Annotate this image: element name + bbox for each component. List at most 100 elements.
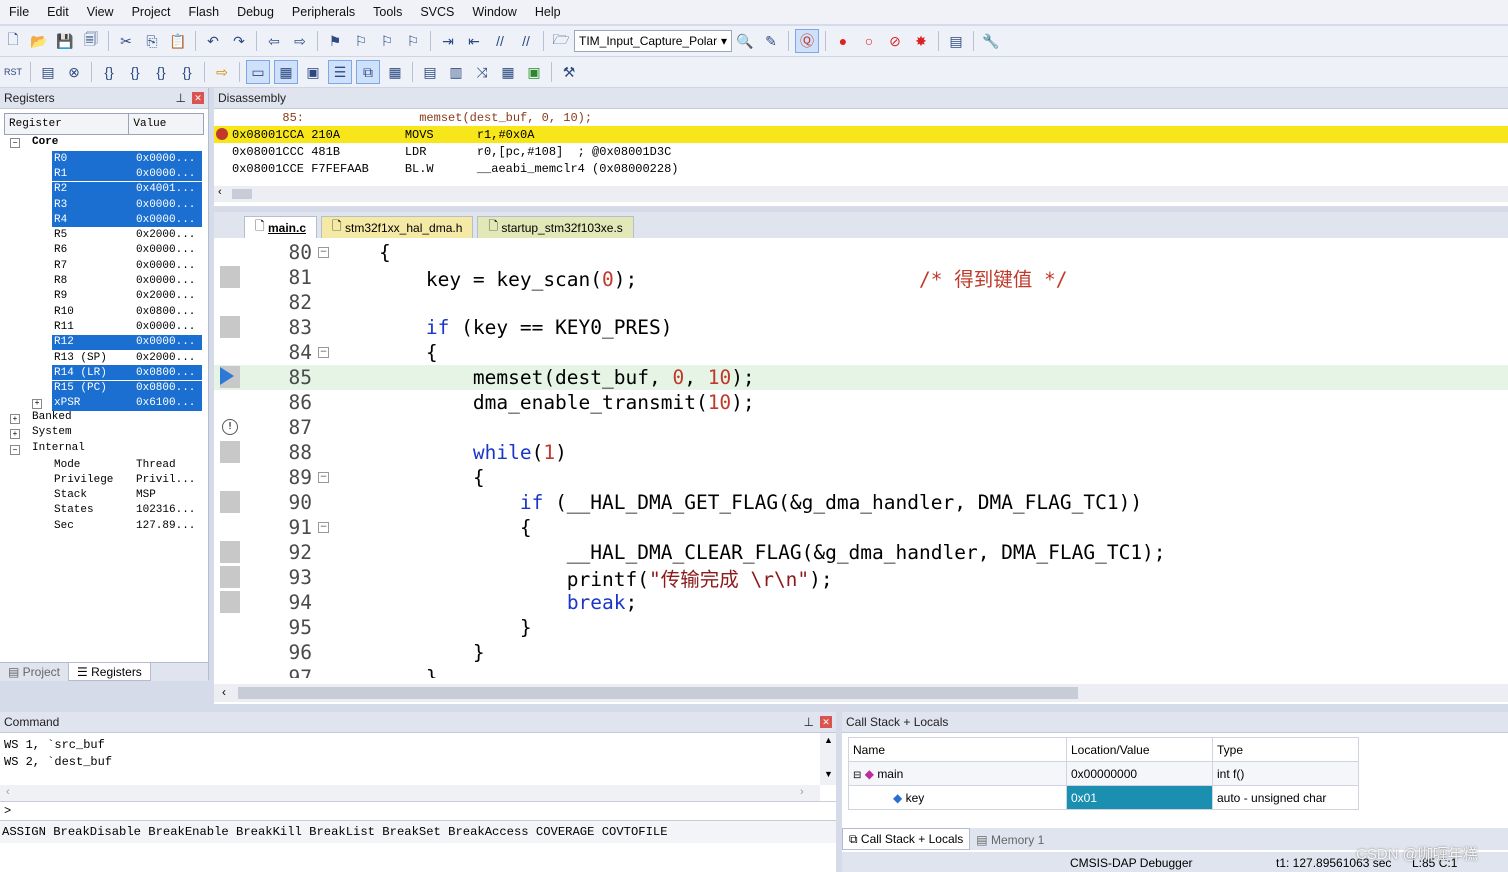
incremental-find-icon[interactable]: ✎	[760, 30, 782, 52]
disasm-hscrollbar[interactable]: ‹	[214, 186, 1508, 202]
register-row[interactable]: R14 (LR) 0x0800...	[0, 365, 208, 381]
code-line[interactable]: 82	[214, 290, 1508, 315]
register-row[interactable]: R4 0x0000...	[0, 212, 208, 228]
register-value[interactable]: 0x4001...	[136, 183, 195, 195]
menu-item-view[interactable]: View	[78, 5, 123, 19]
trace-window-icon[interactable]: ▦	[497, 61, 519, 83]
system-viewer-icon[interactable]: ▣	[523, 61, 545, 83]
callstack-value[interactable]: 0x01	[1066, 785, 1213, 810]
expand-icon[interactable]: +	[32, 398, 42, 409]
scroll-down-icon[interactable]: ▼	[824, 769, 833, 779]
breakpoint-icon[interactable]	[216, 128, 228, 140]
bookmark-next-icon[interactable]: ⚐	[376, 30, 398, 52]
code-line[interactable]: 96 }	[214, 640, 1508, 665]
internal-row[interactable]: Stack MSP	[0, 488, 208, 503]
command-hscrollbar[interactable]: ‹ ›	[0, 785, 820, 801]
register-row[interactable]: R3 0x0000...	[0, 197, 208, 213]
internal-row[interactable]: Sec 127.89...	[0, 518, 208, 533]
scroll-up-icon[interactable]: ▲	[824, 735, 833, 745]
reset-icon[interactable]: RST	[2, 61, 24, 83]
find-icon[interactable]: 🔍	[734, 30, 756, 52]
internal-row[interactable]: States 102316...	[0, 503, 208, 518]
disassembly-window-icon[interactable]: ▦	[274, 60, 298, 84]
register-row[interactable]: R9 0x2000...	[0, 289, 208, 304]
gutter-marker[interactable]	[220, 266, 240, 288]
registers-window-icon[interactable]: ☰	[328, 60, 352, 84]
collapse-icon[interactable]: ⊟	[853, 770, 861, 781]
gutter-marker[interactable]	[220, 441, 240, 463]
code-area[interactable]: 80− {81 key = key_scan(0); /* 得到键值 */82 8…	[214, 238, 1508, 678]
register-value[interactable]: 0x0000...	[136, 199, 195, 211]
symbols-window-icon[interactable]: ▣	[302, 61, 324, 83]
col-value[interactable]: Value	[129, 114, 203, 134]
register-row[interactable]: R15 (PC) 0x0800...	[0, 380, 208, 396]
menu-item-peripherals[interactable]: Peripherals	[283, 5, 364, 19]
watch-window-icon[interactable]: ▦	[384, 61, 406, 83]
register-row[interactable]: R7 0x0000...	[0, 258, 208, 273]
warning-icon[interactable]: !	[222, 419, 238, 435]
expand-icon[interactable]: +	[10, 429, 20, 440]
disable-all-breakpoints-icon[interactable]: ⊘	[884, 30, 906, 52]
tab-main-c[interactable]: 🗋 main.c	[244, 216, 317, 238]
menu-item-tools[interactable]: Tools	[364, 5, 411, 19]
command-window-icon[interactable]: ▭	[246, 60, 270, 84]
kill-all-breakpoints-icon[interactable]: ✸	[910, 30, 932, 52]
new-file-icon[interactable]: 🗋	[2, 30, 24, 52]
analysis-window-icon[interactable]: ⤨	[471, 61, 493, 83]
cut-icon[interactable]: ✂	[115, 30, 137, 52]
register-value[interactable]: 0x0800...	[136, 306, 195, 318]
scroll-left-icon[interactable]: ‹	[218, 186, 222, 198]
register-value[interactable]: 0x2000...	[136, 290, 195, 302]
stop-icon[interactable]: ⊗	[63, 61, 85, 83]
col-type[interactable]: Type	[1212, 737, 1359, 762]
collapse-icon[interactable]: −	[10, 444, 20, 455]
gutter-marker[interactable]	[220, 316, 240, 338]
collapse-icon[interactable]: −	[10, 138, 20, 148]
callstack-row[interactable]: ◆ key 0x01 auto - unsigned char	[848, 785, 1359, 810]
col-register[interactable]: Register	[5, 114, 130, 134]
code-line[interactable]: 85 memset(dest_buf, 0, 10);	[214, 365, 1508, 390]
menu-item-debug[interactable]: Debug	[228, 5, 283, 19]
step-over-icon[interactable]: {}	[124, 61, 146, 83]
nav-back-icon[interactable]: ⇦	[263, 30, 285, 52]
menu-item-window[interactable]: Window	[463, 5, 525, 19]
register-value[interactable]: 0x0000...	[136, 244, 195, 256]
register-value[interactable]: 0x0000...	[136, 214, 195, 226]
open-file-icon[interactable]: 📂	[28, 30, 50, 52]
code-line[interactable]: 90 if (__HAL_DMA_GET_FLAG(&g_dma_handler…	[214, 490, 1508, 515]
tree-group-internal[interactable]: − Internal	[0, 442, 208, 457]
pin-icon[interactable]: ⊥	[804, 715, 814, 729]
callstack-row[interactable]: ⊟ ◆ main 0x00000000 int f()	[848, 761, 1359, 786]
disasm-line[interactable]: 0x08001CCC 481B LDR r0,[pc,#108] ; @0x08…	[232, 143, 1508, 160]
fold-icon[interactable]: −	[318, 347, 329, 358]
col-location[interactable]: Location/Value	[1066, 737, 1213, 762]
bookmark-clear-icon[interactable]: ⚐	[402, 30, 424, 52]
menu-item-svcs[interactable]: SVCS	[411, 5, 463, 19]
tree-group-banked[interactable]: + Banked	[0, 411, 208, 426]
paste-icon[interactable]: 📋	[167, 30, 189, 52]
show-next-statement-icon[interactable]: ⇨	[211, 61, 233, 83]
register-value[interactable]: 0x0000...	[136, 153, 195, 165]
window-layout-icon[interactable]: ▤	[945, 30, 967, 52]
disasm-line[interactable]: 0x08001CCE F7FEFAAB BL.W __aeabi_memclr4…	[232, 160, 1508, 177]
code-line[interactable]: 80− {	[214, 240, 1508, 265]
menu-item-help[interactable]: Help	[526, 5, 570, 19]
pin-icon[interactable]: ⊥	[176, 91, 186, 105]
disasm-current-line[interactable]: 0x08001CCA 210A MOVS r1,#0x0A	[214, 126, 1508, 143]
step-into-icon[interactable]: {}	[98, 61, 120, 83]
find-in-files-icon[interactable]: 🗁	[550, 30, 572, 52]
code-line[interactable]: 84− {	[214, 340, 1508, 365]
register-row[interactable]: R11 0x0000...	[0, 319, 208, 334]
register-row[interactable]: R0 0x0000...	[0, 151, 208, 167]
insert-breakpoint-icon[interactable]: ●	[832, 30, 854, 52]
toolbox-icon[interactable]: ⚒	[558, 61, 580, 83]
internal-row[interactable]: Privilege Privil...	[0, 472, 208, 487]
tab-callstack-locals[interactable]: ⧉ Call Stack + Locals	[842, 828, 971, 850]
fold-icon[interactable]: −	[318, 522, 329, 533]
code-line[interactable]: 81 key = key_scan(0); /* 得到键值 */	[214, 265, 1508, 291]
code-line[interactable]: 92 __HAL_DMA_CLEAR_FLAG(&g_dma_handler, …	[214, 540, 1508, 565]
menu-item-edit[interactable]: Edit	[38, 5, 78, 19]
code-line[interactable]: 95 }	[214, 615, 1508, 640]
register-row[interactable]: R1 0x0000...	[0, 166, 208, 182]
run-to-cursor-icon[interactable]: {}	[176, 61, 198, 83]
